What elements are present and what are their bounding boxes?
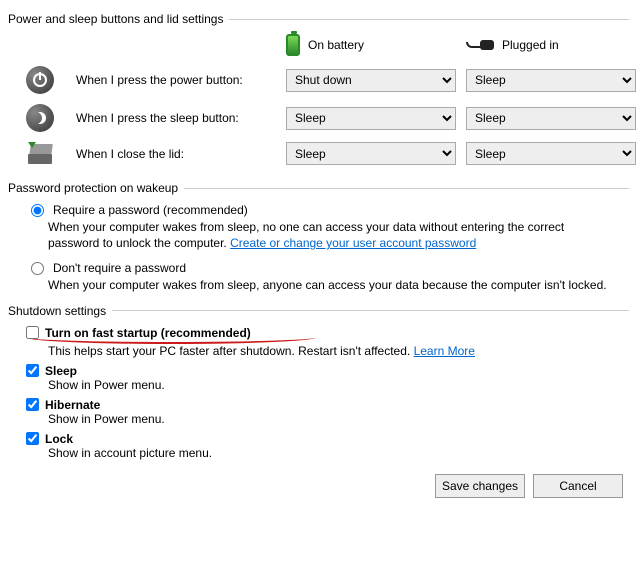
fast-startup-checkbox[interactable]	[26, 326, 39, 339]
power-plugged-select[interactable]: Sleep	[466, 69, 636, 92]
divider	[229, 19, 629, 20]
lock-checkbox[interactable]	[26, 432, 39, 445]
sleep-button-icon	[26, 104, 54, 132]
require-password-radio[interactable]	[31, 204, 44, 217]
sleep-desc: Show in Power menu.	[48, 378, 629, 392]
section-header-buttons-lid: Power and sleep buttons and lid settings	[8, 12, 629, 26]
section-header-shutdown: Shutdown settings	[8, 304, 629, 318]
power-battery-select[interactable]: Shut down	[286, 69, 456, 92]
divider	[112, 310, 629, 311]
row-label-power: When I press the power button:	[76, 73, 276, 87]
require-password-label: Require a password (recommended)	[53, 203, 248, 217]
section-title: Power and sleep buttons and lid settings	[8, 12, 229, 26]
lid-icon	[26, 144, 56, 164]
sleep-label: Sleep	[45, 364, 77, 378]
plug-icon	[466, 39, 494, 51]
row-label-sleep: When I press the sleep button:	[76, 111, 276, 125]
section-title: Shutdown settings	[8, 304, 112, 318]
hibernate-label: Hibernate	[45, 398, 100, 412]
row-label-lid: When I close the lid:	[76, 147, 276, 161]
battery-icon	[286, 34, 300, 56]
fast-startup-desc: This helps start your PC faster after sh…	[48, 344, 629, 358]
hibernate-desc: Show in Power menu.	[48, 412, 629, 426]
sleep-plugged-select[interactable]: Sleep	[466, 107, 636, 130]
learn-more-link[interactable]: Learn More	[414, 344, 475, 358]
dont-require-password-desc: When your computer wakes from sleep, any…	[48, 277, 608, 293]
column-header-plugged: Plugged in	[502, 38, 559, 52]
section-title: Password protection on wakeup	[8, 181, 184, 195]
power-settings-grid: On battery Plugged in When I press the p…	[26, 34, 629, 165]
sleep-checkbox[interactable]	[26, 364, 39, 377]
lock-label: Lock	[45, 432, 73, 446]
divider	[184, 188, 629, 189]
lock-desc: Show in account picture menu.	[48, 446, 629, 460]
hibernate-checkbox[interactable]	[26, 398, 39, 411]
sleep-battery-select[interactable]: Sleep	[286, 107, 456, 130]
dont-require-password-label: Don't require a password	[53, 261, 186, 275]
save-changes-button[interactable]: Save changes	[435, 474, 525, 498]
change-password-link[interactable]: Create or change your user account passw…	[230, 236, 476, 250]
dont-require-password-radio[interactable]	[31, 262, 44, 275]
dialog-buttons: Save changes Cancel	[8, 474, 629, 498]
section-header-password: Password protection on wakeup	[8, 181, 629, 195]
lid-battery-select[interactable]: Sleep	[286, 142, 456, 165]
cancel-button[interactable]: Cancel	[533, 474, 623, 498]
power-button-icon	[26, 66, 54, 94]
require-password-desc: When your computer wakes from sleep, no …	[48, 219, 608, 251]
fast-startup-label: Turn on fast startup (recommended)	[45, 326, 251, 340]
lid-plugged-select[interactable]: Sleep	[466, 142, 636, 165]
column-header-battery: On battery	[308, 38, 364, 52]
